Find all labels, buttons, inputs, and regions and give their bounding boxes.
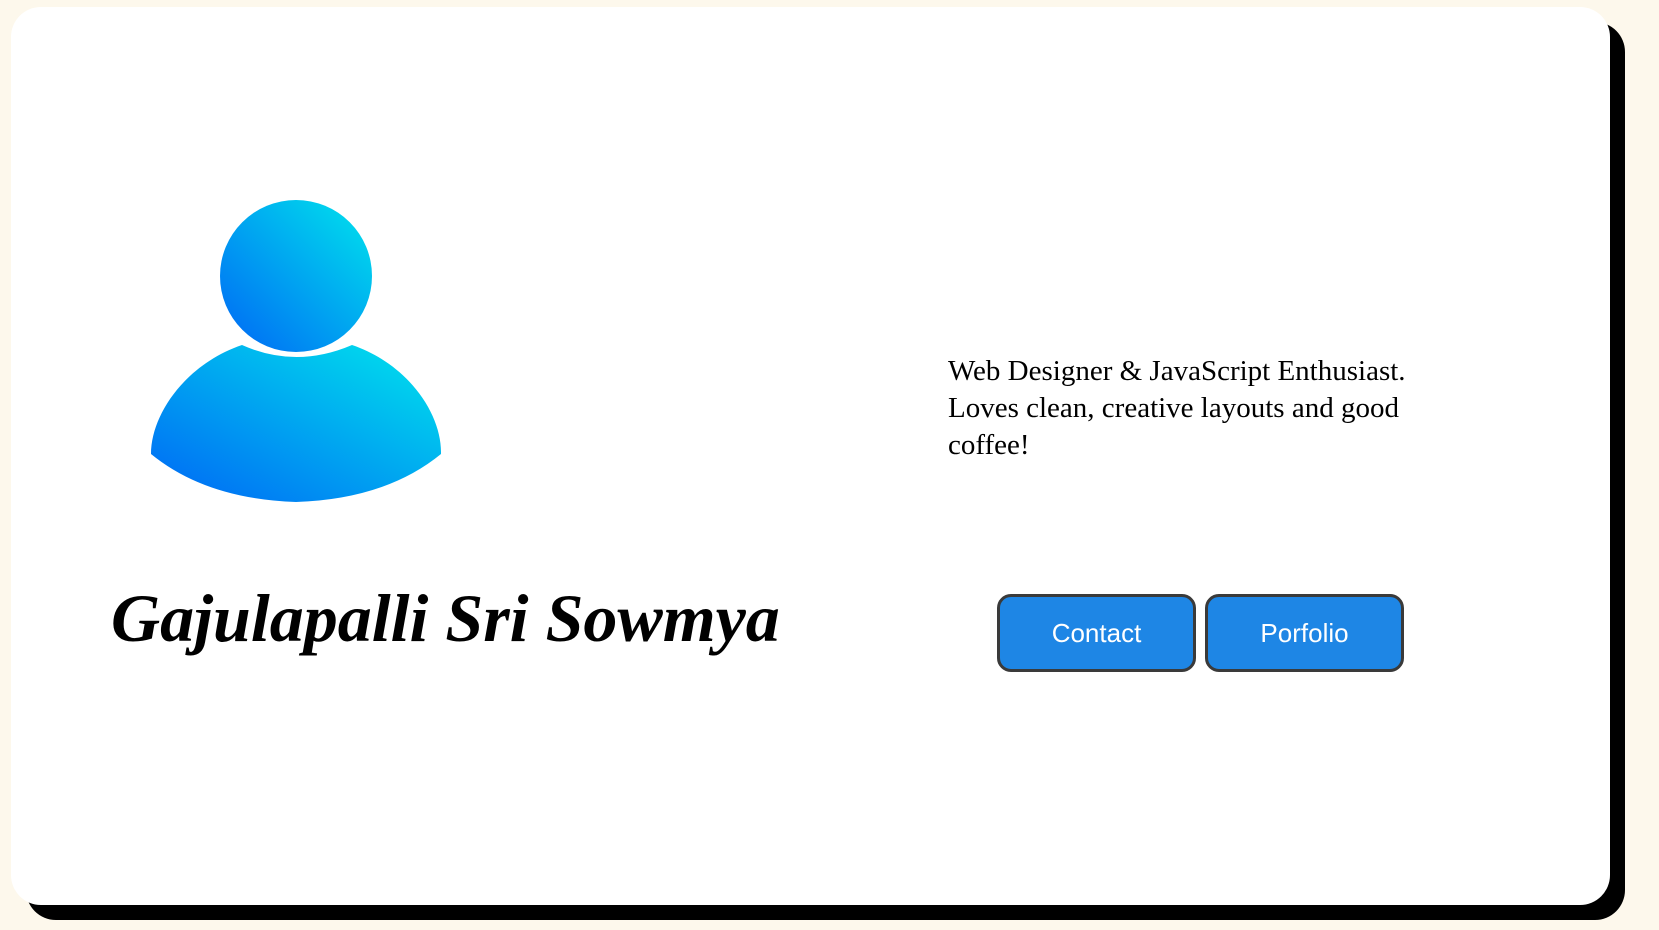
action-buttons: Contact Porfolio — [997, 594, 1404, 672]
profile-name: Gajulapalli Sri Sowmya — [111, 580, 780, 656]
profile-card: Gajulapalli Sri Sowmya Web Designer & Ja… — [11, 7, 1610, 905]
contact-button[interactable]: Contact — [997, 594, 1196, 672]
profile-bio: Web Designer & JavaScript Enthusiast. Lo… — [948, 355, 1406, 461]
user-icon — [146, 199, 446, 519]
portfolio-button[interactable]: Porfolio — [1205, 594, 1404, 672]
